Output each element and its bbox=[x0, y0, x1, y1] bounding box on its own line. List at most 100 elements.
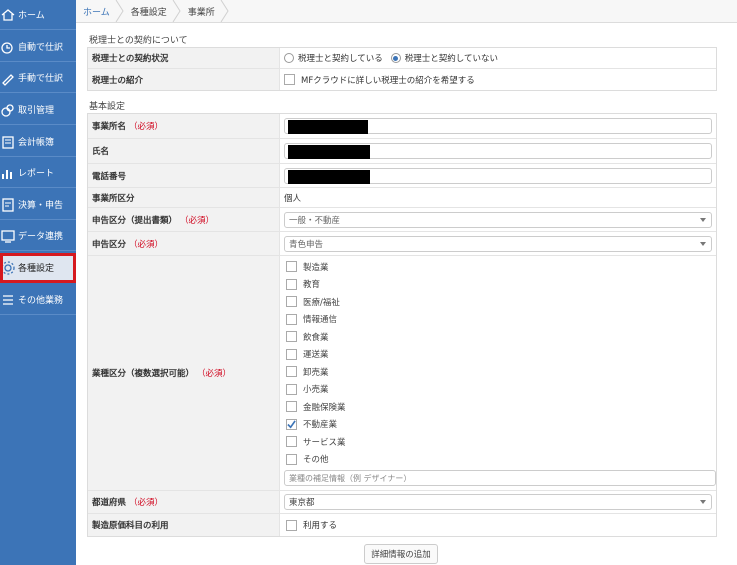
breadcrumb-home-label: ホーム bbox=[83, 7, 110, 18]
sidebar-item-report[interactable]: レポート bbox=[0, 158, 76, 188]
basic-panel: 事業所名 （必須） 氏名 電話番号 事業所区分 個人 申告区分（提出書類） （必須）… bbox=[87, 113, 717, 537]
intro-checkbox[interactable] bbox=[284, 74, 295, 85]
sidebar-item-menu[interactable]: その他業務 bbox=[0, 285, 76, 315]
name-input[interactable] bbox=[284, 143, 712, 159]
contract-no-label: 税理士と契約していない bbox=[404, 54, 498, 64]
industry-option[interactable]: 不動産業 bbox=[284, 416, 712, 434]
contract-yes-radio[interactable] bbox=[284, 53, 294, 63]
basic-section-title: 基本設定 bbox=[89, 102, 126, 112]
sidebar-item-label: その他業務 bbox=[18, 296, 64, 306]
sidebar-item-label: 手動で仕訳 bbox=[18, 74, 64, 84]
industry-option[interactable]: サービス業 bbox=[284, 433, 712, 451]
office-name-label: 事業所名 （必須） bbox=[88, 114, 280, 138]
filing-type-value: 一般・不動産 bbox=[289, 215, 341, 226]
breadcrumb-settings[interactable]: 各種設定 bbox=[124, 0, 181, 22]
cost-checkbox[interactable] bbox=[286, 519, 297, 531]
name-label: 氏名 bbox=[88, 139, 280, 163]
required-mark: （必須） bbox=[129, 239, 164, 250]
industry-option[interactable]: その他 bbox=[284, 451, 712, 469]
industry-option-label: 教育 bbox=[303, 280, 321, 291]
industry-option[interactable]: 卸売業 bbox=[284, 363, 712, 381]
industry-checkbox[interactable] bbox=[286, 401, 297, 413]
cost-row: 製造原価科目の利用 利用する bbox=[88, 514, 716, 536]
breadcrumb-home[interactable]: ホーム bbox=[76, 0, 124, 22]
cost-option[interactable]: 利用する bbox=[284, 519, 337, 531]
redacted-block bbox=[288, 145, 370, 159]
ledger-icon bbox=[0, 134, 16, 150]
sidebar-item-label: 自動で仕訳 bbox=[18, 43, 64, 53]
contract-yes-option[interactable]: 税理士と契約している bbox=[284, 52, 383, 64]
industry-row: 業種区分（複数選択可能） （必須） 製造業 教育 医療/福祉 情報通信 飲食業 運送業 卸売業… bbox=[88, 256, 716, 491]
prefecture-label: 都道府県 （必須） bbox=[88, 491, 280, 513]
prefecture-value: 東京都 bbox=[289, 498, 315, 508]
industry-checkbox[interactable] bbox=[286, 331, 297, 343]
industry-checkbox[interactable] bbox=[286, 366, 297, 378]
industry-note-placeholder: 業種の補足情報（例 デザイナー） bbox=[289, 473, 412, 483]
sidebar: ホーム自動で仕訳手動で仕訳取引管理会計帳簿 レポート決算・申告データ連携 各種設定そ… bbox=[0, 0, 76, 565]
industry-option-label: 医療/福祉 bbox=[303, 297, 340, 308]
main-content: ホーム 各種設定 事業所 税理士との契約について 税理士との契約状況 税理士と契… bbox=[76, 0, 737, 565]
settings-icon bbox=[0, 260, 16, 276]
industry-option-label: 金融保険業 bbox=[303, 402, 346, 413]
redacted-block bbox=[288, 120, 368, 134]
breadcrumb-separator-icon bbox=[115, 0, 124, 22]
industry-option-label: 情報通信 bbox=[303, 315, 338, 326]
sidebar-item-label: 決算・申告 bbox=[18, 201, 64, 211]
sidebar-item-ledger[interactable]: 会計帳簿 bbox=[0, 127, 76, 157]
sidebar-item-label: 取引管理 bbox=[18, 106, 55, 116]
industry-note-input[interactable]: 業種の補足情報（例 デザイナー） bbox=[284, 470, 716, 486]
cost-option-label: 利用する bbox=[303, 521, 338, 531]
prefecture-select[interactable]: 東京都 bbox=[284, 494, 712, 510]
sidebar-item-transaction[interactable]: 取引管理 bbox=[0, 95, 76, 125]
checkmark-icon bbox=[287, 420, 296, 429]
contract-no-option[interactable]: 税理士と契約していない bbox=[390, 52, 498, 64]
industry-option[interactable]: 教育 bbox=[284, 276, 712, 294]
industry-option-label: 飲食業 bbox=[303, 332, 329, 343]
office-name-input[interactable] bbox=[284, 118, 712, 134]
breadcrumb-separator-icon bbox=[172, 0, 181, 22]
industry-checkbox[interactable] bbox=[286, 436, 297, 448]
cost-label: 製造原価科目の利用 bbox=[88, 514, 280, 536]
add-detail-button[interactable]: 詳細情報の追加 bbox=[364, 544, 438, 564]
filing-type-row: 申告区分（提出書類） （必須） 一般・不動産 bbox=[88, 208, 716, 232]
industry-checkbox[interactable] bbox=[286, 313, 297, 325]
intro-row: 税理士の紹介 MFクラウドに詳しい税理士の紹介を希望する bbox=[88, 69, 716, 90]
industry-checkbox[interactable] bbox=[286, 261, 297, 273]
industry-option[interactable]: 飲食業 bbox=[284, 328, 712, 346]
manual-journal-icon bbox=[0, 70, 16, 86]
industry-checkbox-checked[interactable] bbox=[286, 418, 297, 430]
industry-checkbox[interactable] bbox=[286, 296, 297, 308]
sidebar-item-home[interactable]: ホーム bbox=[0, 0, 76, 30]
breadcrumb-settings-label: 各種設定 bbox=[130, 7, 167, 18]
phone-label: 電話番号 bbox=[88, 164, 280, 187]
industry-option[interactable]: 製造業 bbox=[284, 258, 712, 276]
sidebar-item-manual-journal[interactable]: 手動で仕訳 bbox=[0, 63, 76, 93]
industry-option[interactable]: 金融保険業 bbox=[284, 398, 712, 416]
sidebar-item-settlement[interactable]: 決算・申告 bbox=[0, 190, 76, 220]
breadcrumb-separator-icon bbox=[220, 0, 229, 22]
industry-checkbox[interactable] bbox=[286, 278, 297, 290]
sidebar-item-settings[interactable]: 各種設定 bbox=[0, 253, 76, 283]
industry-checkbox[interactable] bbox=[286, 348, 297, 360]
contract-yes-label: 税理士と契約している bbox=[298, 54, 383, 64]
required-mark: （必須） bbox=[180, 215, 215, 226]
sidebar-item-data-link[interactable]: データ連携 bbox=[0, 221, 76, 251]
industry-option[interactable]: 小売業 bbox=[284, 381, 712, 399]
industry-checkbox[interactable] bbox=[286, 453, 297, 465]
industry-option[interactable]: 運送業 bbox=[284, 346, 712, 364]
sidebar-item-auto-journal[interactable]: 自動で仕訳 bbox=[0, 32, 76, 62]
home-icon bbox=[0, 7, 16, 23]
industry-checkbox[interactable] bbox=[286, 383, 297, 395]
filing-type-label: 申告区分（提出書類） （必須） bbox=[88, 208, 280, 231]
phone-input[interactable] bbox=[284, 167, 712, 184]
industry-option[interactable]: 情報通信 bbox=[284, 311, 712, 329]
office-type-value: 個人 bbox=[284, 193, 302, 204]
declaration-select[interactable]: 青色申告 bbox=[284, 235, 712, 252]
intro-value: MFクラウドに詳しい税理士の紹介を希望する bbox=[284, 69, 712, 90]
intro-option[interactable]: MFクラウドに詳しい税理士の紹介を希望する bbox=[284, 74, 475, 86]
breadcrumb-current-label: 事業所 bbox=[187, 7, 215, 18]
industry-option-label: 製造業 bbox=[303, 262, 329, 273]
industry-option[interactable]: 医療/福祉 bbox=[284, 293, 712, 311]
contract-no-radio[interactable] bbox=[390, 53, 401, 63]
filing-type-select[interactable]: 一般・不動産 bbox=[284, 211, 712, 228]
